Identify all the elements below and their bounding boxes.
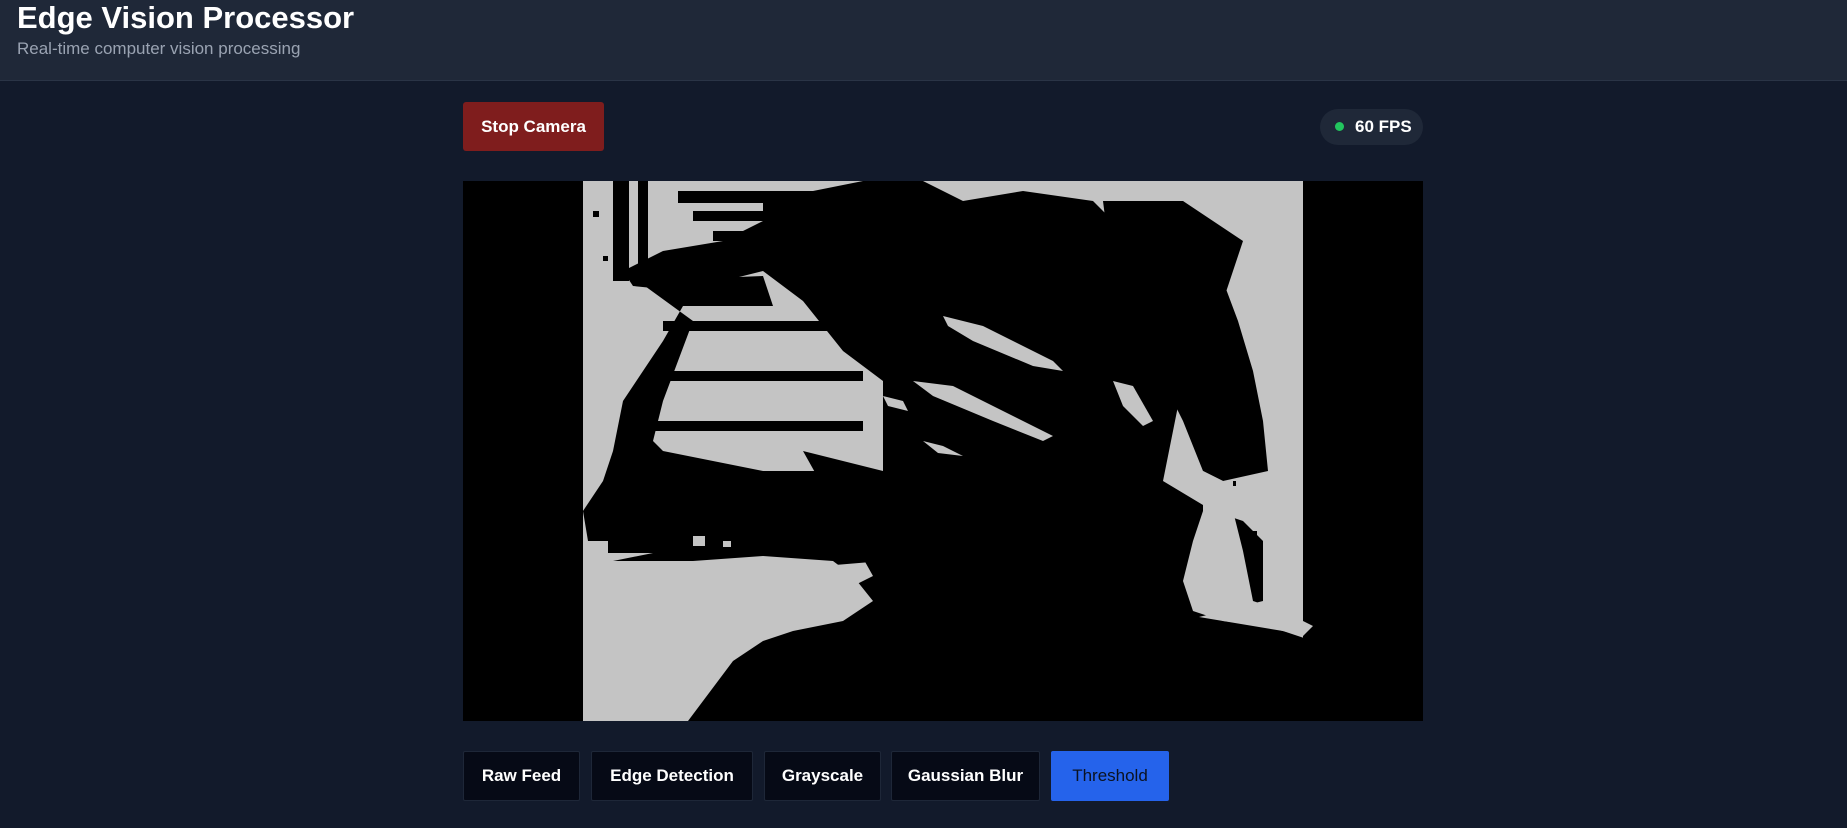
app-subtitle: Real-time computer vision processing [17, 39, 301, 58]
mode-gaussian-blur-button[interactable]: Gaussian Blur [891, 751, 1040, 801]
mode-grayscale-button[interactable]: Grayscale [764, 751, 881, 801]
app-title: Edge Vision Processor [17, 0, 355, 35]
fps-indicator: 60 FPS [1320, 109, 1423, 145]
stop-camera-button[interactable]: Stop Camera [463, 102, 604, 151]
fps-label: 60 FPS [1355, 117, 1412, 136]
status-dot-icon [1335, 122, 1344, 131]
mode-raw-feed-button[interactable]: Raw Feed [463, 751, 580, 801]
mode-edge-detection-button[interactable]: Edge Detection [591, 751, 753, 801]
threshold-video-frame [463, 181, 1423, 721]
video-preview [463, 181, 1423, 721]
mode-threshold-button[interactable]: Threshold [1051, 751, 1169, 801]
app-header: Edge Vision Processor Real-time computer… [0, 0, 1847, 81]
